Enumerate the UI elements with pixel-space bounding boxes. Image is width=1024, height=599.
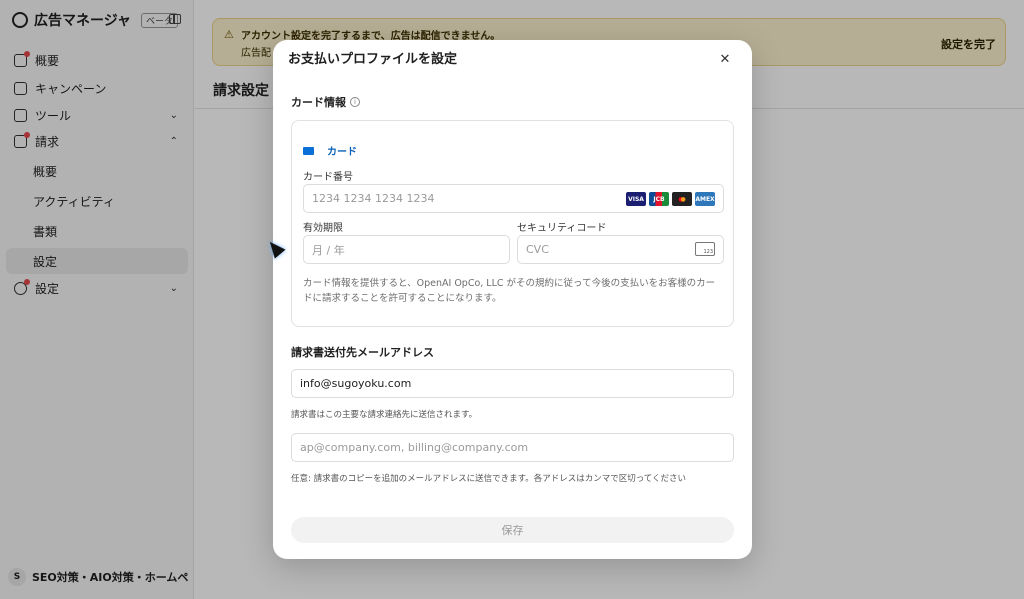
card-consent-text: カード情報を提供すると、OpenAI OpCo, LLC がその規約に従って今後…	[303, 278, 716, 304]
tab-card-label: カード	[327, 147, 357, 158]
mastercard-icon: ● ●	[672, 192, 692, 206]
card-brands: VISA JCB ● ● AMEX	[626, 192, 715, 206]
additional-emails-placeholder: ap@company.com, billing@company.com	[300, 441, 529, 454]
card-number-placeholder: 1234 1234 1234 1234	[312, 192, 435, 205]
card-form: カード カード番号 1234 1234 1234 1234 VISA JCB ●…	[291, 120, 734, 327]
primary-email-value: info@sugoyoku.com	[300, 377, 412, 390]
cvc-placeholder: CVC	[526, 243, 549, 256]
card-info-label-text: カード情報	[291, 96, 346, 109]
close-icon[interactable]: ✕	[717, 52, 733, 68]
payment-profile-dialog: お支払いプロファイルを設定 ✕ カード情報 i カード カード番号 1234 1…	[273, 40, 752, 559]
additional-emails-input[interactable]: ap@company.com, billing@company.com	[291, 433, 734, 462]
card-info-label: カード情報 i	[291, 94, 360, 110]
card-number-label: カード番号	[303, 172, 353, 183]
expiry-placeholder: 月 / 年	[312, 243, 345, 257]
primary-email-input[interactable]: info@sugoyoku.com	[291, 369, 734, 398]
billing-email-title: 請求書送付先メールアドレス	[291, 346, 434, 359]
cvc-card-icon: 123	[695, 242, 715, 256]
jcb-icon: JCB	[649, 192, 669, 206]
security-code-label: セキュリティコード	[517, 223, 607, 234]
tab-card[interactable]: カード	[303, 143, 357, 158]
cvc-input[interactable]: CVC 123	[517, 235, 724, 264]
expiry-label: 有効期限	[303, 223, 343, 234]
primary-email-help: 請求書はこの主要な請求連絡先に送信されます。	[291, 410, 478, 420]
dialog-title: お支払いプロファイルを設定	[288, 52, 458, 67]
expiry-input[interactable]: 月 / 年	[303, 235, 510, 264]
amex-icon: AMEX	[695, 192, 715, 206]
card-number-input[interactable]: 1234 1234 1234 1234 VISA JCB ● ● AMEX	[303, 184, 724, 213]
credit-card-icon	[303, 146, 314, 155]
visa-icon: VISA	[626, 192, 646, 206]
additional-emails-help: 任意: 請求書のコピーを追加のメールアドレスに送信できます。各アドレスはカンマで…	[291, 474, 687, 484]
save-button[interactable]: 保存	[291, 517, 734, 543]
info-icon[interactable]: i	[350, 97, 360, 107]
